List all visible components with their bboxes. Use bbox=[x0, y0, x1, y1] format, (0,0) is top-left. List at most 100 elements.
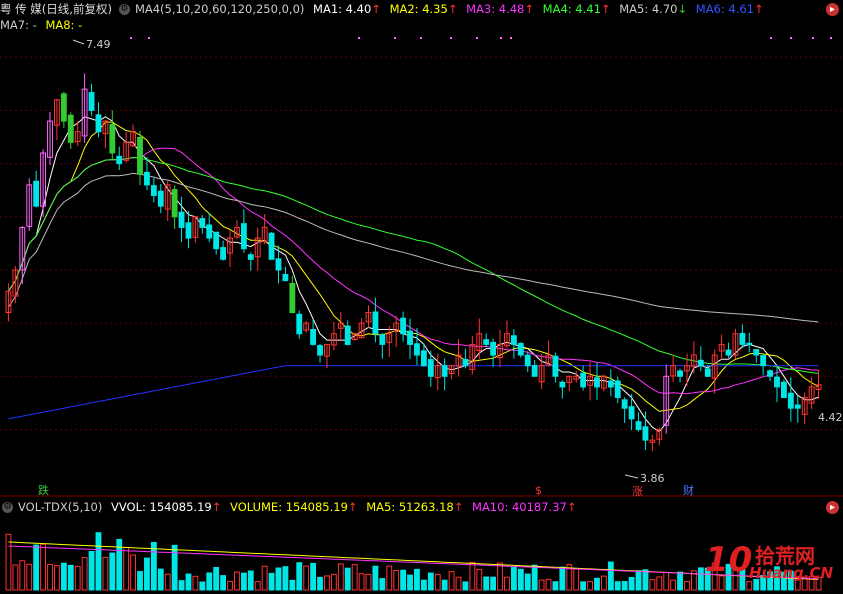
volume-bar bbox=[123, 547, 130, 591]
volume-bar bbox=[303, 565, 310, 591]
candle-body bbox=[780, 381, 787, 399]
volume-bar bbox=[504, 576, 510, 591]
signal-dot bbox=[130, 37, 132, 39]
vol-indicator[interactable]: VOL-TDX(5,10) bbox=[18, 500, 102, 514]
settings-icon[interactable]: ⚙ bbox=[118, 4, 130, 15]
candle-body bbox=[760, 355, 767, 367]
candle-body bbox=[247, 254, 254, 260]
volume-bar bbox=[171, 544, 178, 591]
volume-bar bbox=[240, 572, 247, 591]
candle-body bbox=[753, 349, 760, 356]
candle-body bbox=[420, 350, 427, 367]
volume-bar bbox=[531, 564, 538, 591]
candle-body bbox=[372, 311, 379, 335]
candle-body bbox=[60, 93, 67, 122]
volume-bar bbox=[400, 569, 407, 591]
volume-bar bbox=[47, 564, 53, 591]
marker-die: 跌 bbox=[38, 483, 49, 497]
volume-bar bbox=[663, 572, 670, 591]
ma4-line bbox=[8, 156, 819, 374]
candle-body bbox=[317, 345, 323, 356]
signal-dot bbox=[420, 37, 422, 39]
volume-bar bbox=[330, 573, 337, 591]
candle-body bbox=[621, 399, 628, 409]
watermark-logo: 10 拾荒网 Huang.CN bbox=[705, 540, 835, 586]
volume-bar bbox=[594, 577, 600, 591]
volume-bar bbox=[317, 576, 323, 591]
candle-body bbox=[213, 231, 220, 250]
volume-ma-lines bbox=[8, 541, 819, 580]
ma8-value: MA8: - bbox=[45, 18, 83, 32]
candle-body bbox=[635, 421, 642, 430]
volume-bar bbox=[275, 567, 282, 591]
volume-bar bbox=[427, 572, 434, 591]
volume-bar bbox=[621, 581, 628, 591]
indicator-name[interactable]: MA4(5,10,20,60,120,250,0,0) bbox=[135, 2, 304, 16]
candle-body bbox=[767, 370, 773, 377]
volume-bar bbox=[213, 567, 220, 591]
candle-body bbox=[427, 359, 434, 377]
candle-body bbox=[774, 376, 780, 388]
expand-icon[interactable]: ▸ bbox=[826, 3, 839, 16]
grid-lines bbox=[0, 56, 843, 430]
candle-body bbox=[199, 218, 206, 228]
volume-bar bbox=[476, 569, 483, 591]
ma1-value: MA1: 4.40↑ bbox=[313, 2, 381, 16]
candle-body bbox=[697, 359, 704, 367]
volume-bar bbox=[628, 576, 635, 591]
volume-bar bbox=[697, 567, 704, 591]
volume-bar bbox=[552, 581, 559, 591]
volume-bar bbox=[420, 579, 427, 591]
volume-bar bbox=[60, 562, 67, 591]
candle-body bbox=[150, 185, 157, 197]
stock-name[interactable]: 粤 传 媒(日线,前复权) bbox=[0, 2, 112, 16]
candle-body bbox=[510, 335, 517, 345]
candle-body bbox=[157, 190, 164, 207]
low-label: 3.86 bbox=[640, 472, 665, 485]
volume-bar bbox=[607, 561, 614, 591]
marker-zhang: 涨 bbox=[632, 485, 643, 498]
signal-dot bbox=[148, 37, 150, 39]
volume-bar bbox=[538, 579, 545, 591]
candle-body bbox=[240, 223, 247, 250]
expand-icon[interactable]: ▸ bbox=[826, 501, 839, 514]
candle-body bbox=[441, 365, 448, 377]
volume-bar bbox=[54, 565, 60, 591]
ma3-line bbox=[8, 147, 819, 395]
low-pointer bbox=[624, 474, 639, 479]
volume-bar bbox=[178, 580, 185, 591]
signal-dot bbox=[500, 37, 502, 39]
chart-header: 粤 传 媒(日线,前复权) ⚙ MA4(5,10,20,60,120,250,0,0… bbox=[0, 1, 769, 17]
volume-bar bbox=[407, 574, 413, 591]
volume-bar bbox=[677, 571, 683, 591]
candle-body bbox=[414, 343, 420, 356]
vol-ma10-line bbox=[8, 545, 819, 580]
top-dots bbox=[130, 37, 832, 39]
settings-icon[interactable]: ⚙ bbox=[2, 502, 13, 513]
high-pointer bbox=[72, 39, 85, 45]
volume-bar bbox=[386, 565, 393, 591]
volume-bar bbox=[185, 573, 192, 591]
volume-bars bbox=[5, 532, 822, 591]
volume-bar bbox=[441, 579, 448, 591]
signal-dot bbox=[830, 37, 832, 39]
volume-bar bbox=[220, 575, 227, 591]
volume-bar bbox=[524, 573, 531, 591]
candle-body bbox=[296, 313, 303, 335]
ma78-header: MA7: - MA8: - bbox=[0, 17, 87, 33]
high-label: 7.49 bbox=[86, 38, 111, 51]
candle-body bbox=[109, 123, 116, 154]
volume-bar bbox=[684, 580, 690, 591]
candle-body bbox=[580, 372, 587, 388]
volume-bar bbox=[483, 576, 490, 591]
ma6-value: MA6: 4.61↑ bbox=[695, 2, 764, 16]
vol-ma10-value: MA10: 40187.37↑ bbox=[472, 500, 577, 514]
candle-body bbox=[787, 392, 794, 409]
ma5-value: MA5: 4.70↓ bbox=[619, 2, 688, 16]
watermark-url: Huang.CN bbox=[749, 564, 834, 582]
candle-body bbox=[628, 406, 635, 420]
volume-bar bbox=[289, 579, 296, 591]
candle-body bbox=[490, 341, 497, 356]
signal-dot bbox=[450, 37, 452, 39]
volume-bar bbox=[234, 571, 240, 591]
